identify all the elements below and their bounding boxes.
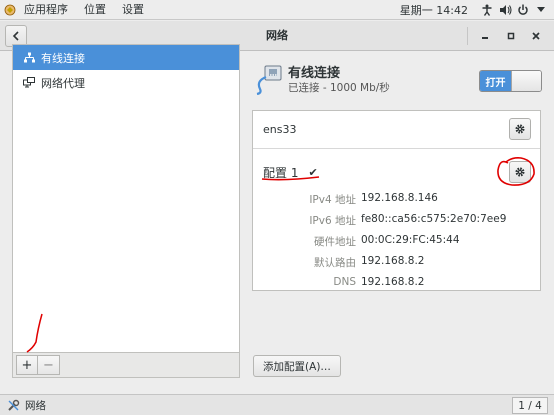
taskbar-item-label: 网络 xyxy=(25,400,46,412)
wired-network-icon xyxy=(23,52,35,64)
detail-row-gateway: 默认路由 192.168.8.2 xyxy=(253,255,542,275)
detail-value: 00:0C:29:FC:45:44 xyxy=(361,234,460,246)
taskbar-item-network[interactable]: 网络 xyxy=(3,397,50,414)
toggle-knob[interactable] xyxy=(511,71,541,91)
volume-icon[interactable] xyxy=(498,3,512,17)
gear-icon xyxy=(515,124,525,134)
detail-key: IPv4 地址 xyxy=(309,194,356,206)
close-button[interactable] xyxy=(527,27,545,45)
detail-value: 192.168.8.2 xyxy=(361,255,425,267)
top-menu: 应用程序 位置 设置 xyxy=(0,0,152,20)
detail-value: 192.168.8.2 xyxy=(361,276,425,288)
close-icon xyxy=(532,32,540,40)
detail-row-mac: 硬件地址 00:0C:29:FC:45:44 xyxy=(253,234,542,254)
workspace-indicator[interactable]: 1 / 4 xyxy=(512,397,548,414)
check-icon: ✔ xyxy=(308,166,318,179)
sidebar-item-label: 有线连接 xyxy=(41,51,85,65)
applications-icon xyxy=(4,4,16,16)
header-separator xyxy=(467,27,468,45)
detail-key: 硬件地址 xyxy=(314,236,356,248)
toggle-on-label: 打开 xyxy=(480,71,511,91)
menu-places[interactable]: 位置 xyxy=(76,0,114,20)
detail-key: IPv6 地址 xyxy=(309,215,356,227)
detail-key: DNS xyxy=(333,276,356,288)
sidebar-item-proxy[interactable]: 网络代理 xyxy=(13,70,239,95)
maximize-button[interactable] xyxy=(502,27,520,45)
profile-settings-button[interactable] xyxy=(509,161,531,183)
sidebar-item-label: 网络代理 xyxy=(41,76,85,90)
bottom-taskbar: 网络 1 / 4 xyxy=(0,394,554,415)
ethernet-icon xyxy=(256,65,282,95)
menu-applications[interactable]: 应用程序 xyxy=(16,0,76,20)
detail-key: 默认路由 xyxy=(314,257,356,269)
sidebar-item-wired[interactable]: 有线连接 xyxy=(13,45,239,70)
connection-status: 已连接 - 1000 Mb/秒 xyxy=(288,81,390,94)
minimize-icon xyxy=(482,37,488,39)
list-toolbar: + − xyxy=(12,352,240,378)
settings-tools-icon xyxy=(8,399,20,411)
device-card: ens33 配置 1 ✔ IPv4 地址 192.168.8.146 IPv6 … xyxy=(252,110,541,291)
profile-name: 配置 1 xyxy=(263,166,299,180)
device-row: ens33 xyxy=(253,111,540,149)
connection-title: 有线连接 xyxy=(288,65,341,81)
accessibility-icon[interactable] xyxy=(480,3,494,17)
detail-row-dns: DNS 192.168.8.2 xyxy=(253,276,542,296)
power-icon[interactable] xyxy=(516,3,530,17)
top-panel: 应用程序 位置 设置 星期一 14:42 xyxy=(0,0,554,20)
clock[interactable]: 星期一 14:42 xyxy=(400,2,468,18)
detail-row-ipv6: IPv6 地址 fe80::ca56:c575:2e70:7ee9 xyxy=(253,213,542,233)
minimize-button[interactable] xyxy=(476,27,494,45)
detail-row-ipv4: IPv4 地址 192.168.8.146 xyxy=(253,192,542,212)
add-profile-button[interactable]: 添加配置(A)… xyxy=(253,355,341,377)
proxy-icon xyxy=(23,77,35,89)
menu-settings[interactable]: 设置 xyxy=(114,0,152,20)
detail-value: fe80::ca56:c575:2e70:7ee9 xyxy=(361,213,507,225)
detail-value: 192.168.8.146 xyxy=(361,192,438,204)
connection-list: 有线连接 网络代理 xyxy=(12,44,240,378)
add-connection-button[interactable]: + xyxy=(16,355,38,375)
gear-icon xyxy=(515,167,525,177)
remove-connection-button[interactable]: − xyxy=(38,355,60,375)
connection-header: 有线连接 已连接 - 1000 Mb/秒 xyxy=(254,63,390,97)
chevron-down-icon[interactable] xyxy=(534,3,548,17)
connection-toggle[interactable]: 打开 xyxy=(479,70,542,92)
profile-row[interactable]: 配置 1 ✔ xyxy=(263,164,318,181)
device-name: ens33 xyxy=(263,123,297,136)
maximize-icon xyxy=(507,32,515,40)
device-settings-button[interactable] xyxy=(509,118,531,140)
